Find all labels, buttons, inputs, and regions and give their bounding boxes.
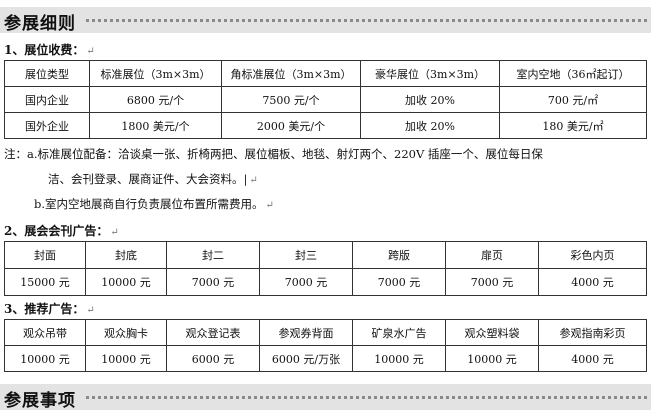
table-header-row: 封面 封底 封二 封三 跨版 扉页 彩色内页 xyxy=(4,241,647,269)
table-cell: 加收 20% xyxy=(360,112,500,139)
heading-text: 3、推荐广告： xyxy=(4,302,85,316)
header-cell: 彩色内页 xyxy=(538,241,647,269)
catalog-ad-heading: 2、展会会刊广告： ↵ xyxy=(4,222,119,239)
table-cell: 4000 元 xyxy=(538,345,647,372)
note-text: b.室内空地展商自行负责展位布置所需费用。 xyxy=(34,197,264,211)
header-cell: 豪华展位（3m×3m） xyxy=(360,60,500,87)
table-cell: 7000 元 xyxy=(352,268,446,296)
catalog-ad-table: 封面 封底 封二 封三 跨版 扉页 彩色内页 15000 元 10000 元 7… xyxy=(4,241,647,296)
table-cell: 加收 20% xyxy=(360,86,500,113)
header-cell: 观众胸卡 xyxy=(85,319,167,346)
header-cell: 室内空地（36㎡起订） xyxy=(499,60,647,87)
table-header-row: 观众吊带 观众胸卡 观众登记表 参观券背面 矿泉水广告 观众塑料袋 参观指南彩页 xyxy=(4,319,647,346)
table-header-row: 展位类型 标准展位（3m×3m） 角标准展位（3m×3m） 豪华展位（3m×3m… xyxy=(4,60,647,87)
table-row: 10000 元 10000 元 6000 元 6000 元/万张 10000 元… xyxy=(4,345,647,372)
table-cell: 7000 元 xyxy=(259,268,353,296)
table-cell: 4000 元 xyxy=(538,268,647,296)
header-cell: 展位类型 xyxy=(4,60,90,87)
table-cell: 国外企业 xyxy=(4,112,90,139)
heading-text: 2、展会会刊广告： xyxy=(4,224,109,238)
note-text: 洁、会刊登录、展商证件、大会资料。 xyxy=(48,172,244,186)
note-prefix: 注：a.标准展位配备： xyxy=(4,147,119,161)
booth-fee-heading: 1、展位收费： ↵ xyxy=(4,41,95,58)
header-cell: 矿泉水广告 xyxy=(352,319,446,346)
table-cell: 6000 元/万张 xyxy=(259,345,353,372)
header-cell: 标准展位（3m×3m） xyxy=(89,60,222,87)
header-cell: 封二 xyxy=(166,241,260,269)
section-header-fees: 参展细则 xyxy=(0,7,651,34)
table-cell: 1800 美元/个 xyxy=(89,112,222,139)
table-cell: 7000 元 xyxy=(166,268,260,296)
dotted-divider xyxy=(86,396,647,399)
note-b: b.室内空地展商自行负责展位布置所需费用。 ↵ xyxy=(34,196,274,214)
table-cell: 国内企业 xyxy=(4,86,90,113)
text-cursor: | xyxy=(243,172,248,186)
table-cell: 15000 元 xyxy=(4,268,86,296)
note-a-line1: 注：a.标准展位配备：洽谈桌一张、折椅两把、展位楣板、地毯、射灯两个、220V … xyxy=(4,146,543,162)
header-cell: 参观券背面 xyxy=(259,319,353,346)
header-cell: 角标准展位（3m×3m） xyxy=(221,60,361,87)
note-a-line2: 洁、会刊登录、展商证件、大会资料。| ↵ xyxy=(48,171,258,189)
section-header-notes: 参展事项 xyxy=(0,384,651,411)
table-cell: 700 元/㎡ xyxy=(499,86,647,113)
note-text: 洽谈桌一张、折椅两把、展位楣板、地毯、射灯两个、220V 插座一个、展位每日保 xyxy=(118,147,543,161)
table-cell: 10000 元 xyxy=(352,345,446,372)
heading-text: 1、展位收费： xyxy=(4,43,85,57)
table-row: 15000 元 10000 元 7000 元 7000 元 7000 元 700… xyxy=(4,268,647,296)
section-title: 参展事项 xyxy=(4,391,76,411)
dotted-divider xyxy=(86,19,647,22)
header-cell: 扉页 xyxy=(445,241,539,269)
section-title: 参展细则 xyxy=(4,14,76,34)
return-mark-icon: ↵ xyxy=(86,46,95,57)
table-cell: 10000 元 xyxy=(85,268,167,296)
return-mark-icon: ↵ xyxy=(265,200,274,211)
return-mark-icon: ↵ xyxy=(86,305,95,316)
return-mark-icon: ↵ xyxy=(249,175,258,186)
header-cell: 观众登记表 xyxy=(166,319,260,346)
table-cell: 6000 元 xyxy=(166,345,260,372)
header-cell: 封三 xyxy=(259,241,353,269)
header-cell: 参观指南彩页 xyxy=(538,319,647,346)
table-cell: 10000 元 xyxy=(4,345,86,372)
return-mark-icon: ↵ xyxy=(110,227,119,238)
header-cell: 封底 xyxy=(85,241,167,269)
header-cell: 观众塑料袋 xyxy=(445,319,539,346)
table-cell: 10000 元 xyxy=(85,345,167,372)
recommended-ad-heading: 3、推荐广告： ↵ xyxy=(4,300,95,317)
header-cell: 跨版 xyxy=(352,241,446,269)
table-cell: 10000 元 xyxy=(445,345,539,372)
booth-fee-table: 展位类型 标准展位（3m×3m） 角标准展位（3m×3m） 豪华展位（3m×3m… xyxy=(4,60,647,139)
table-cell: 7000 元 xyxy=(445,268,539,296)
table-cell: 7500 元/个 xyxy=(221,86,361,113)
header-cell: 观众吊带 xyxy=(4,319,86,346)
recommended-ad-table: 观众吊带 观众胸卡 观众登记表 参观券背面 矿泉水广告 观众塑料袋 参观指南彩页… xyxy=(4,319,647,372)
table-row: 国外企业 1800 美元/个 2000 美元/个 加收 20% 180 美元/㎡ xyxy=(4,112,647,139)
table-row: 国内企业 6800 元/个 7500 元/个 加收 20% 700 元/㎡ xyxy=(4,86,647,113)
table-cell: 2000 美元/个 xyxy=(221,112,361,139)
header-cell: 封面 xyxy=(4,241,86,269)
table-cell: 180 美元/㎡ xyxy=(499,112,647,139)
table-cell: 6800 元/个 xyxy=(89,86,222,113)
